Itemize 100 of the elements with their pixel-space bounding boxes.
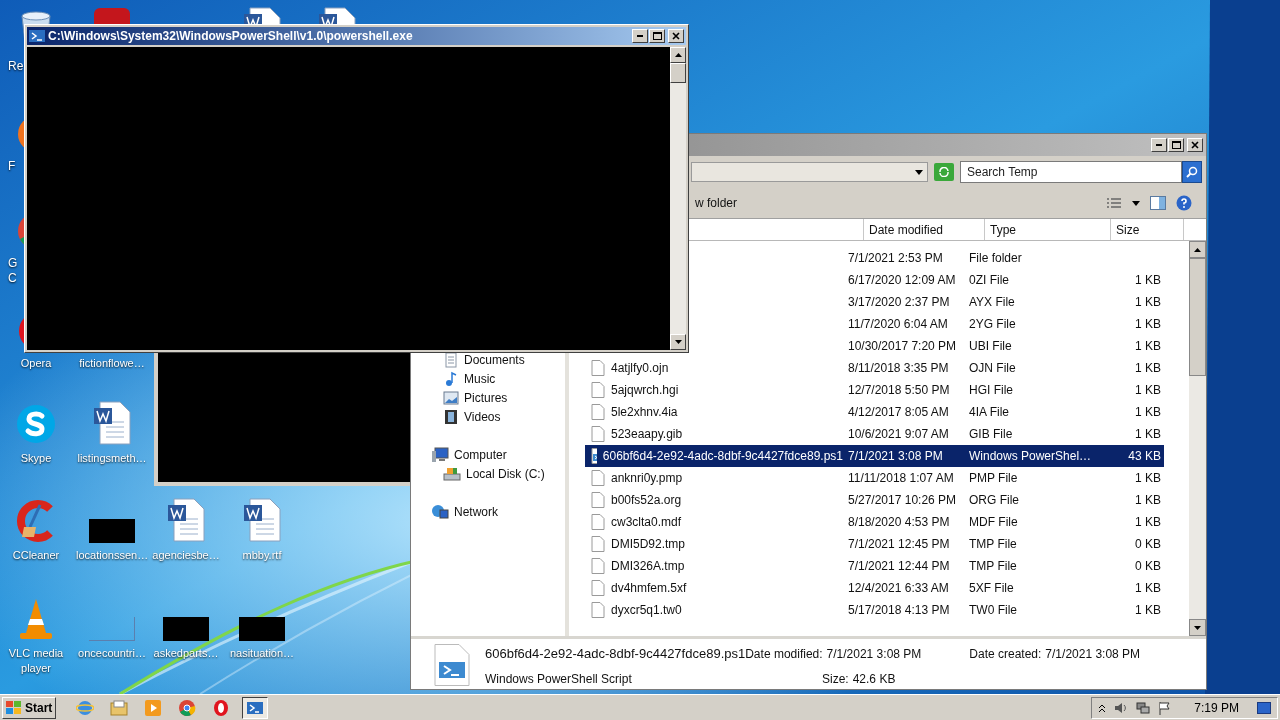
minimize-button[interactable] [1151, 138, 1167, 152]
speaker-icon [1114, 700, 1129, 715]
nav-item[interactable]: Documents [464, 350, 525, 369]
type-cell-text: File folder [968, 250, 1023, 267]
new-folder-button[interactable]: w folder [695, 194, 738, 212]
size-cell: 1 KB [1135, 339, 1161, 353]
address-field[interactable] [691, 162, 928, 182]
file-row[interactable]: dyxcr5q1.tw0 5/17/2018 4:13 PM TW0 File 1 KB [585, 599, 1164, 621]
cloud-s-icon [14, 402, 58, 446]
size-cell: 1 KB [1135, 515, 1161, 529]
app-icon [92, 6, 132, 24]
start-button[interactable]: Start [2, 696, 57, 719]
file-icon [591, 536, 605, 552]
file-icon [591, 360, 605, 376]
file-row[interactable]: dv4hmfem.5xf 12/4/2021 6:33 AM 5XF File 1 KB [585, 577, 1164, 599]
file-name: 4atjlfy0.ojn [611, 360, 669, 377]
icon-label: Opera [19, 356, 53, 371]
date-cell-text: 7/1/2021 12:45 PM [847, 536, 951, 553]
file-row[interactable]: DMI5D92.tmp 7/1/2021 12:45 PM TMP File 0 KB [585, 533, 1164, 555]
file-row[interactable]: 10/30/2017 7:20 PM UBI File 1 KB [843, 335, 1164, 357]
file-row[interactable]: 7/1/2021 2:53 PM File folder [843, 247, 1164, 269]
scrollbar[interactable] [670, 47, 686, 350]
file-name: anknri0y.pmp [611, 470, 683, 487]
nav-item[interactable]: Pictures [464, 388, 508, 407]
file-icon [591, 382, 605, 398]
maximize-button[interactable] [1168, 138, 1184, 152]
type-cell-text: 0ZI File [968, 272, 1010, 289]
type-cell-text: 4IA File [968, 404, 1011, 421]
scrollbar[interactable] [1189, 241, 1206, 636]
file-icon [591, 580, 605, 596]
windows-logo-icon [6, 700, 22, 715]
clock: 7:19 PM [1194, 699, 1239, 717]
show-desktop-button[interactable] [1257, 701, 1271, 714]
file-row[interactable]: 11/7/2020 6:04 AM 2YG File 1 KB [843, 313, 1164, 335]
minimize-button[interactable] [632, 29, 648, 43]
date-cell-text: 7/1/2021 2:53 PM [847, 250, 944, 267]
flag-icon [1158, 700, 1173, 715]
icon-label: fictionflowe… [78, 356, 146, 371]
close-button[interactable] [668, 29, 684, 43]
file-row[interactable]: 3/17/2020 2:37 PM AYX File 1 KB [843, 291, 1164, 313]
size-cell: 1 KB [1135, 273, 1161, 287]
nav-item[interactable]: Local Disk (C:) [466, 464, 545, 483]
column-header[interactable]: Type [985, 219, 1111, 240]
date-cell-text: 6/17/2020 12:09 AM [847, 272, 957, 289]
scroll-thumb[interactable] [1189, 258, 1206, 376]
search-button[interactable] [1182, 161, 1202, 183]
file-row[interactable]: 5ajqwrch.hgi 12/7/2018 5:50 PM HGI File 1 KB [585, 379, 1164, 401]
file-row[interactable]: 606bf6d4-2e92-4adc-8dbf-9c4427fdce89.ps1 7/1/2021 3:08 PM Windows PowerShel… 43 KB [585, 445, 1164, 467]
file-thumbnail [239, 617, 285, 641]
document-icon [92, 400, 132, 446]
file-row[interactable]: b00fs52a.org 5/27/2017 10:26 PM ORG File 1 KB [585, 489, 1164, 511]
type-cell-text: 2YG File [968, 316, 1017, 333]
size-cell: 43 KB [1128, 449, 1161, 463]
size-cell: 1 KB [1135, 493, 1161, 507]
icon-label: F [8, 159, 17, 174]
nav-item[interactable]: Computer [454, 445, 507, 464]
icon-label: mbby.rtf [241, 548, 283, 563]
date-cell-text: 12/7/2018 5:50 PM [847, 382, 951, 399]
scroll-down-icon [1194, 625, 1201, 630]
nav-item[interactable]: Videos [464, 407, 501, 426]
file-icon [591, 426, 605, 442]
type-cell-text: HGI File [968, 382, 1014, 399]
maximize-icon [652, 32, 662, 40]
window-title: C:\Windows\System32\WindowsPowerShell\v1.0\powershell.exe [48, 28, 414, 45]
chevron-up-icon [1098, 702, 1107, 713]
file-row[interactable]: 4atjlfy0.ojn 8/11/2018 3:35 PM OJN File 1 KB [585, 357, 1164, 379]
file-row[interactable]: 5le2xhnv.4ia 4/12/2017 8:05 AM 4IA File 1 KB [585, 401, 1164, 423]
maximize-button[interactable] [649, 29, 665, 43]
column-header[interactable]: Date modified [864, 219, 985, 240]
detail-value: 7/1/2021 3:08 PM [826, 646, 922, 663]
help-icon [1176, 195, 1192, 211]
close-button[interactable] [1187, 138, 1203, 152]
file-icon [591, 404, 605, 420]
file-icon [591, 492, 605, 508]
file-row[interactable]: 6/17/2020 12:09 AM 0ZI File 1 KB [843, 269, 1164, 291]
date-cell-text: 7/1/2021 12:44 PM [847, 558, 951, 575]
date-cell-text: 11/7/2020 6:04 AM [847, 316, 949, 333]
type-cell-text: OJN File [968, 360, 1017, 377]
nav-item[interactable]: Music [464, 369, 496, 388]
file-name: 5le2xhnv.4ia [611, 404, 678, 421]
icon-label: Re [8, 59, 22, 74]
file-row[interactable]: DMI326A.tmp 7/1/2021 12:44 PM TMP File 0 KB [585, 555, 1164, 577]
column-header[interactable]: Size [1111, 219, 1184, 240]
file-row[interactable]: cw3clta0.mdf 8/18/2020 4:53 PM MDF File 1 KB [585, 511, 1164, 533]
icon-label: CCleaner [11, 548, 61, 563]
detail-type: Windows PowerShell Script [485, 670, 633, 688]
type-cell-text: ORG File [968, 492, 1020, 509]
search-field[interactable]: Search Temp [960, 161, 1182, 183]
type-cell-text: AYX File [968, 294, 1016, 311]
refresh-button[interactable] [934, 163, 954, 181]
file-row[interactable]: anknri0y.pmp 11/11/2018 1:07 AM PMP File 1 KB [585, 467, 1164, 489]
date-cell-text: 3/17/2020 2:37 PM [847, 294, 951, 311]
file-icon [591, 470, 605, 486]
nav-item[interactable]: Network [454, 502, 498, 521]
icon-label: VLC media player [7, 646, 65, 676]
date-cell-text: 4/12/2017 8:05 AM [847, 404, 950, 421]
file-row[interactable]: 523eaapy.gib 10/6/2021 9:07 AM GIB File 1 KB [585, 423, 1164, 445]
date-cell-text: 7/1/2021 3:08 PM [847, 448, 944, 465]
taskbar-button[interactable] [242, 696, 269, 719]
icon-label: oncecountri… [77, 646, 147, 661]
